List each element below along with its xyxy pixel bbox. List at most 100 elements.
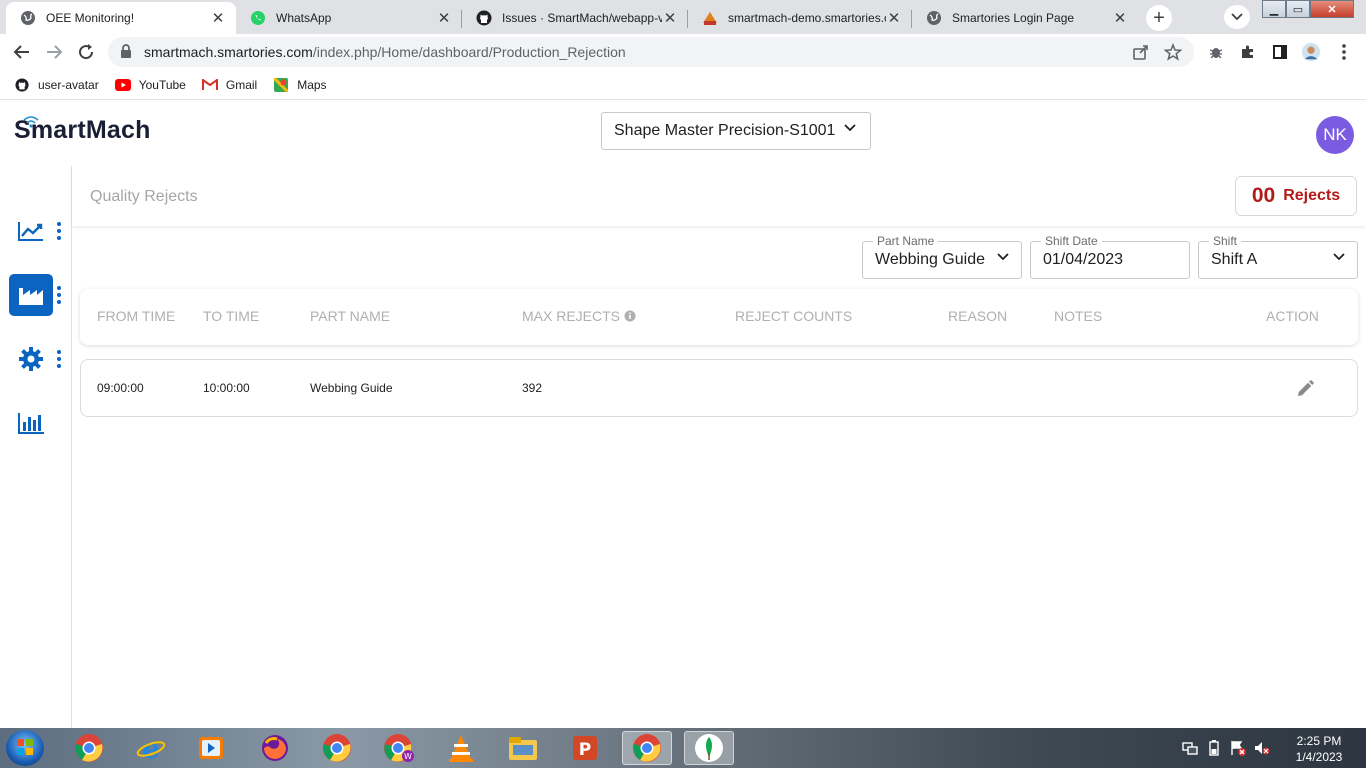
bookmark-maps[interactable]: Maps bbox=[273, 77, 327, 92]
back-button[interactable] bbox=[10, 40, 34, 64]
browser-toolbar: smartmach.smartories.com/index.php/Home/… bbox=[0, 34, 1366, 70]
shift-date-label: Shift Date bbox=[1041, 234, 1102, 248]
minimize-button[interactable]: ▁ bbox=[1262, 0, 1286, 18]
close-tab-icon[interactable]: ✕ bbox=[1112, 9, 1128, 27]
close-tab-icon[interactable]: ✕ bbox=[886, 9, 902, 27]
tab-github-issues[interactable]: Issues · SmartMach/webapp-v ✕ bbox=[462, 2, 688, 34]
tab-smartmach-demo[interactable]: smartmach-demo.smartories.c ✕ bbox=[688, 2, 912, 34]
cell-part-name: Webbing Guide bbox=[310, 381, 393, 395]
taskbar-chrome-profile-icon[interactable] bbox=[312, 731, 362, 765]
network-icon[interactable] bbox=[1182, 740, 1198, 756]
column-header: PART NAME bbox=[310, 308, 391, 324]
tab-search-button[interactable] bbox=[1224, 5, 1250, 29]
close-tab-icon[interactable]: ✕ bbox=[662, 9, 678, 27]
share-icon[interactable] bbox=[1132, 43, 1150, 64]
taskbar-file-explorer-icon[interactable] bbox=[498, 731, 548, 765]
lock-icon bbox=[120, 43, 132, 61]
bug-extension-icon[interactable] bbox=[1206, 42, 1226, 62]
tab-oee-monitoring[interactable]: OEE Monitoring! ✕ bbox=[6, 2, 236, 34]
arrow-right-icon bbox=[47, 45, 63, 59]
battery-icon[interactable] bbox=[1206, 740, 1222, 756]
taskbar-chrome-work-icon[interactable]: W bbox=[374, 731, 424, 765]
page-title: Quality Rejects bbox=[90, 188, 198, 205]
github-icon bbox=[476, 10, 492, 26]
taskbar-media-player-icon[interactable] bbox=[186, 731, 236, 765]
shift-date-input[interactable]: Shift Date 01/04/2023 bbox=[1030, 234, 1190, 279]
sidebar-item-production-menu-icon[interactable] bbox=[56, 286, 62, 304]
bar-chart-icon bbox=[18, 413, 44, 434]
browser-tab-strip: OEE Monitoring! ✕ WhatsApp ✕ Issues · Sm… bbox=[0, 0, 1366, 34]
reload-icon bbox=[79, 44, 94, 60]
machine-select-value: Shape Master Precision-S1001 bbox=[614, 122, 836, 139]
svg-text:e: e bbox=[142, 733, 160, 763]
bookmark-youtube[interactable]: YouTube bbox=[114, 77, 186, 92]
volume-muted-icon[interactable] bbox=[1254, 740, 1270, 756]
bookmark-user-avatar[interactable]: user-avatar bbox=[14, 78, 99, 92]
globe-icon bbox=[926, 10, 942, 26]
close-tab-icon[interactable]: ✕ bbox=[436, 9, 452, 27]
tab-whatsapp[interactable]: WhatsApp ✕ bbox=[236, 2, 462, 34]
close-window-button[interactable]: ✕ bbox=[1310, 0, 1354, 18]
trend-chart-icon bbox=[18, 222, 43, 241]
close-tab-icon[interactable]: ✕ bbox=[210, 9, 226, 27]
windows-start-button[interactable] bbox=[6, 730, 44, 766]
new-tab-button[interactable]: + bbox=[1146, 5, 1172, 31]
taskbar-mongodb-icon[interactable] bbox=[684, 731, 734, 765]
system-clock[interactable]: 2:25 PM 1/4/2023 bbox=[1286, 733, 1352, 765]
address-bar[interactable]: smartmach.smartories.com/index.php/Home/… bbox=[108, 37, 1194, 67]
window-controls: ▁ ▭ ✕ bbox=[1262, 0, 1354, 20]
tab-title: Issues · SmartMach/webapp-v bbox=[502, 11, 662, 25]
bookmarks-bar: user-avatar YouTube Gmail Maps bbox=[0, 70, 1366, 100]
sidebar-item-settings[interactable] bbox=[9, 338, 53, 380]
taskbar-powerpoint-icon[interactable]: P bbox=[560, 731, 610, 765]
wifi-icon bbox=[23, 116, 39, 128]
youtube-icon bbox=[114, 78, 131, 92]
taskbar-ie-icon[interactable]: e bbox=[126, 731, 176, 765]
puzzle-extensions-icon[interactable] bbox=[1238, 42, 1258, 62]
tab-smartories-login[interactable]: Smartories Login Page ✕ bbox=[912, 2, 1138, 34]
smartmach-logo[interactable]: SmartMach bbox=[14, 116, 151, 145]
tab-title: smartmach-demo.smartories.c bbox=[728, 11, 886, 25]
column-header: REJECT COUNTS bbox=[735, 308, 853, 324]
chevron-down-icon bbox=[1333, 253, 1345, 261]
taskbar-chrome-active-icon[interactable] bbox=[622, 731, 672, 765]
part-name-select[interactable]: Part Name Webbing Guide bbox=[862, 234, 1022, 279]
reload-button[interactable] bbox=[74, 40, 98, 64]
cell-from-time: 09:00:00 bbox=[97, 381, 144, 395]
shift-label: Shift bbox=[1209, 234, 1242, 248]
info-icon[interactable] bbox=[624, 310, 636, 322]
taskbar-chrome-icon[interactable] bbox=[64, 731, 114, 765]
bookmark-gmail[interactable]: Gmail bbox=[201, 77, 258, 92]
side-panel-icon[interactable] bbox=[1270, 42, 1290, 62]
sidebar bbox=[0, 166, 72, 728]
maximize-button[interactable]: ▭ bbox=[1286, 0, 1310, 18]
profile-avatar-icon[interactable] bbox=[1301, 42, 1321, 62]
url-path: /index.php/Home/dashboard/Production_Rej… bbox=[312, 44, 626, 60]
sidebar-item-production[interactable] bbox=[9, 274, 53, 316]
user-avatar[interactable]: NK bbox=[1316, 116, 1354, 154]
sidebar-item-trends-menu-icon[interactable] bbox=[56, 222, 62, 240]
taskbar-firefox-icon[interactable] bbox=[250, 731, 300, 765]
shift-value: Shift A bbox=[1211, 251, 1258, 268]
browser-menu-icon[interactable] bbox=[1334, 42, 1354, 62]
star-icon[interactable] bbox=[1163, 42, 1183, 64]
chevron-down-icon bbox=[997, 253, 1009, 261]
sidebar-item-trends[interactable] bbox=[9, 210, 53, 252]
svg-text:P: P bbox=[579, 740, 591, 760]
edit-row-button[interactable] bbox=[1293, 377, 1317, 401]
bookmark-label: YouTube bbox=[138, 77, 186, 92]
column-header: NOTES bbox=[1054, 308, 1103, 324]
sidebar-item-reports[interactable] bbox=[9, 402, 53, 444]
bookmark-label: Gmail bbox=[225, 77, 258, 92]
shift-date-value: 01/04/2023 bbox=[1043, 251, 1124, 268]
shift-select[interactable]: Shift Shift A bbox=[1198, 234, 1358, 279]
arrow-left-icon bbox=[13, 45, 29, 59]
machine-select[interactable]: Shape Master Precision-S1001 bbox=[601, 112, 871, 150]
flag-alert-icon[interactable] bbox=[1230, 740, 1246, 756]
app-header: SmartMach Shape Master Precision-S1001 N… bbox=[0, 102, 1366, 166]
factory-icon bbox=[19, 288, 43, 305]
github-icon bbox=[14, 77, 30, 92]
forward-button[interactable] bbox=[42, 40, 66, 64]
sidebar-item-settings-menu-icon[interactable] bbox=[56, 350, 62, 368]
taskbar-vlc-icon[interactable] bbox=[436, 731, 486, 765]
